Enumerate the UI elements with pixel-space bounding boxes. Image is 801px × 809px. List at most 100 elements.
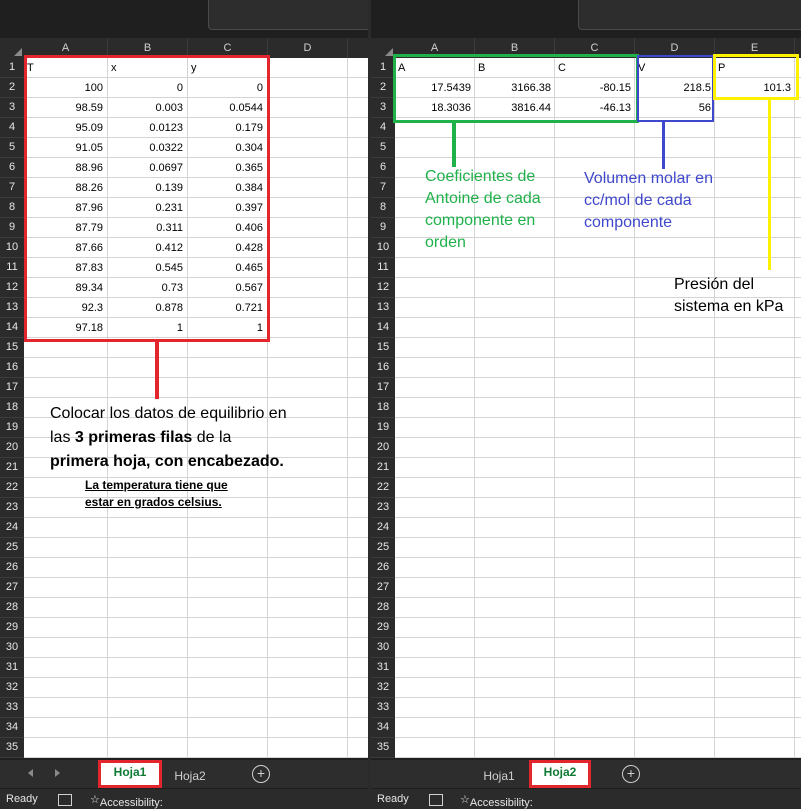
scroll-tabs-right-icon[interactable]: [55, 769, 60, 777]
volume-callout-line: [662, 122, 665, 169]
row-header-20[interactable]: 20: [0, 438, 24, 458]
row-header-31[interactable]: 31: [371, 658, 395, 678]
volume-annotation-line-2: cc/mol de cada: [584, 192, 692, 209]
pressure-highlight-box: [713, 54, 799, 100]
row-header-6[interactable]: 6: [371, 158, 395, 178]
row-header-26[interactable]: 26: [0, 558, 24, 578]
row-header-19[interactable]: 19: [371, 418, 395, 438]
row-header-16[interactable]: 16: [371, 358, 395, 378]
row-header-12[interactable]: 12: [0, 278, 24, 298]
row-header-2[interactable]: 2: [371, 78, 395, 98]
row-header-10[interactable]: 10: [0, 238, 24, 258]
row-header-5[interactable]: 5: [371, 138, 395, 158]
row-header-28[interactable]: 28: [0, 598, 24, 618]
row-header-13[interactable]: 13: [0, 298, 24, 318]
row-header-16[interactable]: 16: [0, 358, 24, 378]
row-header-2[interactable]: 2: [0, 78, 24, 98]
row-header-7[interactable]: 7: [0, 178, 24, 198]
row-header-24[interactable]: 24: [0, 518, 24, 538]
row-header-10[interactable]: 10: [371, 238, 395, 258]
row-header-27[interactable]: 27: [371, 578, 395, 598]
row-header-18[interactable]: 18: [371, 398, 395, 418]
row-header-9[interactable]: 9: [371, 218, 395, 238]
row-header-11[interactable]: 11: [371, 258, 395, 278]
instruction-line-1: Colocar los datos de equilibrio en: [50, 405, 287, 422]
sheet-pane-left: A B C D 1 2 3 4 5 6 7 8 9 10 11 12 13 14 15 16 17 18 19 20 2…: [0, 0, 368, 809]
row-header-9[interactable]: 9: [0, 218, 24, 238]
row-header-21[interactable]: 21: [0, 458, 24, 478]
grid-row-line: [24, 377, 368, 378]
row-header-23[interactable]: 23: [371, 498, 395, 518]
pressure-annotation: Presión del sistema en kPa: [674, 274, 801, 318]
row-header-19[interactable]: 19: [0, 418, 24, 438]
row-header-6[interactable]: 6: [0, 158, 24, 178]
select-all-corner[interactable]: [0, 38, 24, 58]
row-header-4[interactable]: 4: [0, 118, 24, 138]
row-header-8[interactable]: 8: [371, 198, 395, 218]
row-header-8[interactable]: 8: [0, 198, 24, 218]
row-header-20[interactable]: 20: [371, 438, 395, 458]
macro-record-icon[interactable]: [429, 794, 443, 806]
data-highlight-box: [24, 55, 270, 342]
tab-hoja1[interactable]: Hoja1: [98, 760, 162, 788]
row-header-30[interactable]: 30: [0, 638, 24, 658]
grid-row-line: [395, 497, 801, 498]
row-header-7[interactable]: 7: [371, 178, 395, 198]
row-header-25[interactable]: 25: [371, 538, 395, 558]
row-header-17[interactable]: 17: [371, 378, 395, 398]
add-sheet-icon[interactable]: +: [252, 765, 270, 783]
row-header-4[interactable]: 4: [371, 118, 395, 138]
row-header-35[interactable]: 35: [371, 738, 395, 758]
row-header-17[interactable]: 17: [0, 378, 24, 398]
volume-annotation: Volumen molar en cc/mol de cada componen…: [584, 168, 754, 234]
tab-hoja2[interactable]: Hoja2: [165, 764, 215, 788]
row-header-1[interactable]: 1: [371, 58, 395, 78]
row-header-21[interactable]: 21: [371, 458, 395, 478]
row-header-33[interactable]: 33: [371, 698, 395, 718]
grid-row-line: [24, 577, 368, 578]
row-header-1[interactable]: 1: [0, 58, 24, 78]
tab-hoja1[interactable]: Hoja1: [474, 764, 524, 788]
row-header-15[interactable]: 15: [371, 338, 395, 358]
row-header-29[interactable]: 29: [0, 618, 24, 638]
row-header-14[interactable]: 14: [371, 318, 395, 338]
row-header-34[interactable]: 34: [371, 718, 395, 738]
accessibility-status[interactable]: ☆ Accessibility: Good to go: [90, 793, 163, 809]
grid-row-line: [395, 737, 801, 738]
row-header-35[interactable]: 35: [0, 738, 24, 758]
add-sheet-icon[interactable]: +: [622, 765, 640, 783]
row-header-25[interactable]: 25: [0, 538, 24, 558]
row-header-12[interactable]: 12: [371, 278, 395, 298]
row-header-3[interactable]: 3: [371, 98, 395, 118]
row-header-23[interactable]: 23: [0, 498, 24, 518]
row-header-27[interactable]: 27: [0, 578, 24, 598]
row-header-32[interactable]: 32: [371, 678, 395, 698]
row-header-5[interactable]: 5: [0, 138, 24, 158]
accessibility-status[interactable]: ☆ Accessibility: Good to go: [460, 793, 533, 809]
row-header-30[interactable]: 30: [371, 638, 395, 658]
tab-hoja2[interactable]: Hoja2: [529, 760, 591, 788]
row-header-33[interactable]: 33: [0, 698, 24, 718]
select-all-corner[interactable]: [371, 38, 395, 58]
row-header-34[interactable]: 34: [0, 718, 24, 738]
grid-column-line: [554, 58, 555, 758]
row-header-22[interactable]: 22: [0, 478, 24, 498]
row-header-22[interactable]: 22: [371, 478, 395, 498]
row-header-31[interactable]: 31: [0, 658, 24, 678]
row-header-29[interactable]: 29: [371, 618, 395, 638]
status-ready: Ready: [377, 793, 409, 805]
row-header-13[interactable]: 13: [371, 298, 395, 318]
row-header-11[interactable]: 11: [0, 258, 24, 278]
scroll-tabs-left-icon[interactable]: [28, 769, 33, 777]
row-header-3[interactable]: 3: [0, 98, 24, 118]
row-header-28[interactable]: 28: [371, 598, 395, 618]
row-header-26[interactable]: 26: [371, 558, 395, 578]
row-header-15[interactable]: 15: [0, 338, 24, 358]
column-header-d[interactable]: D: [268, 38, 348, 58]
row-header-18[interactable]: 18: [0, 398, 24, 418]
row-header-14[interactable]: 14: [0, 318, 24, 338]
title-bar: [208, 0, 368, 30]
macro-record-icon[interactable]: [58, 794, 72, 806]
row-header-32[interactable]: 32: [0, 678, 24, 698]
row-header-24[interactable]: 24: [371, 518, 395, 538]
